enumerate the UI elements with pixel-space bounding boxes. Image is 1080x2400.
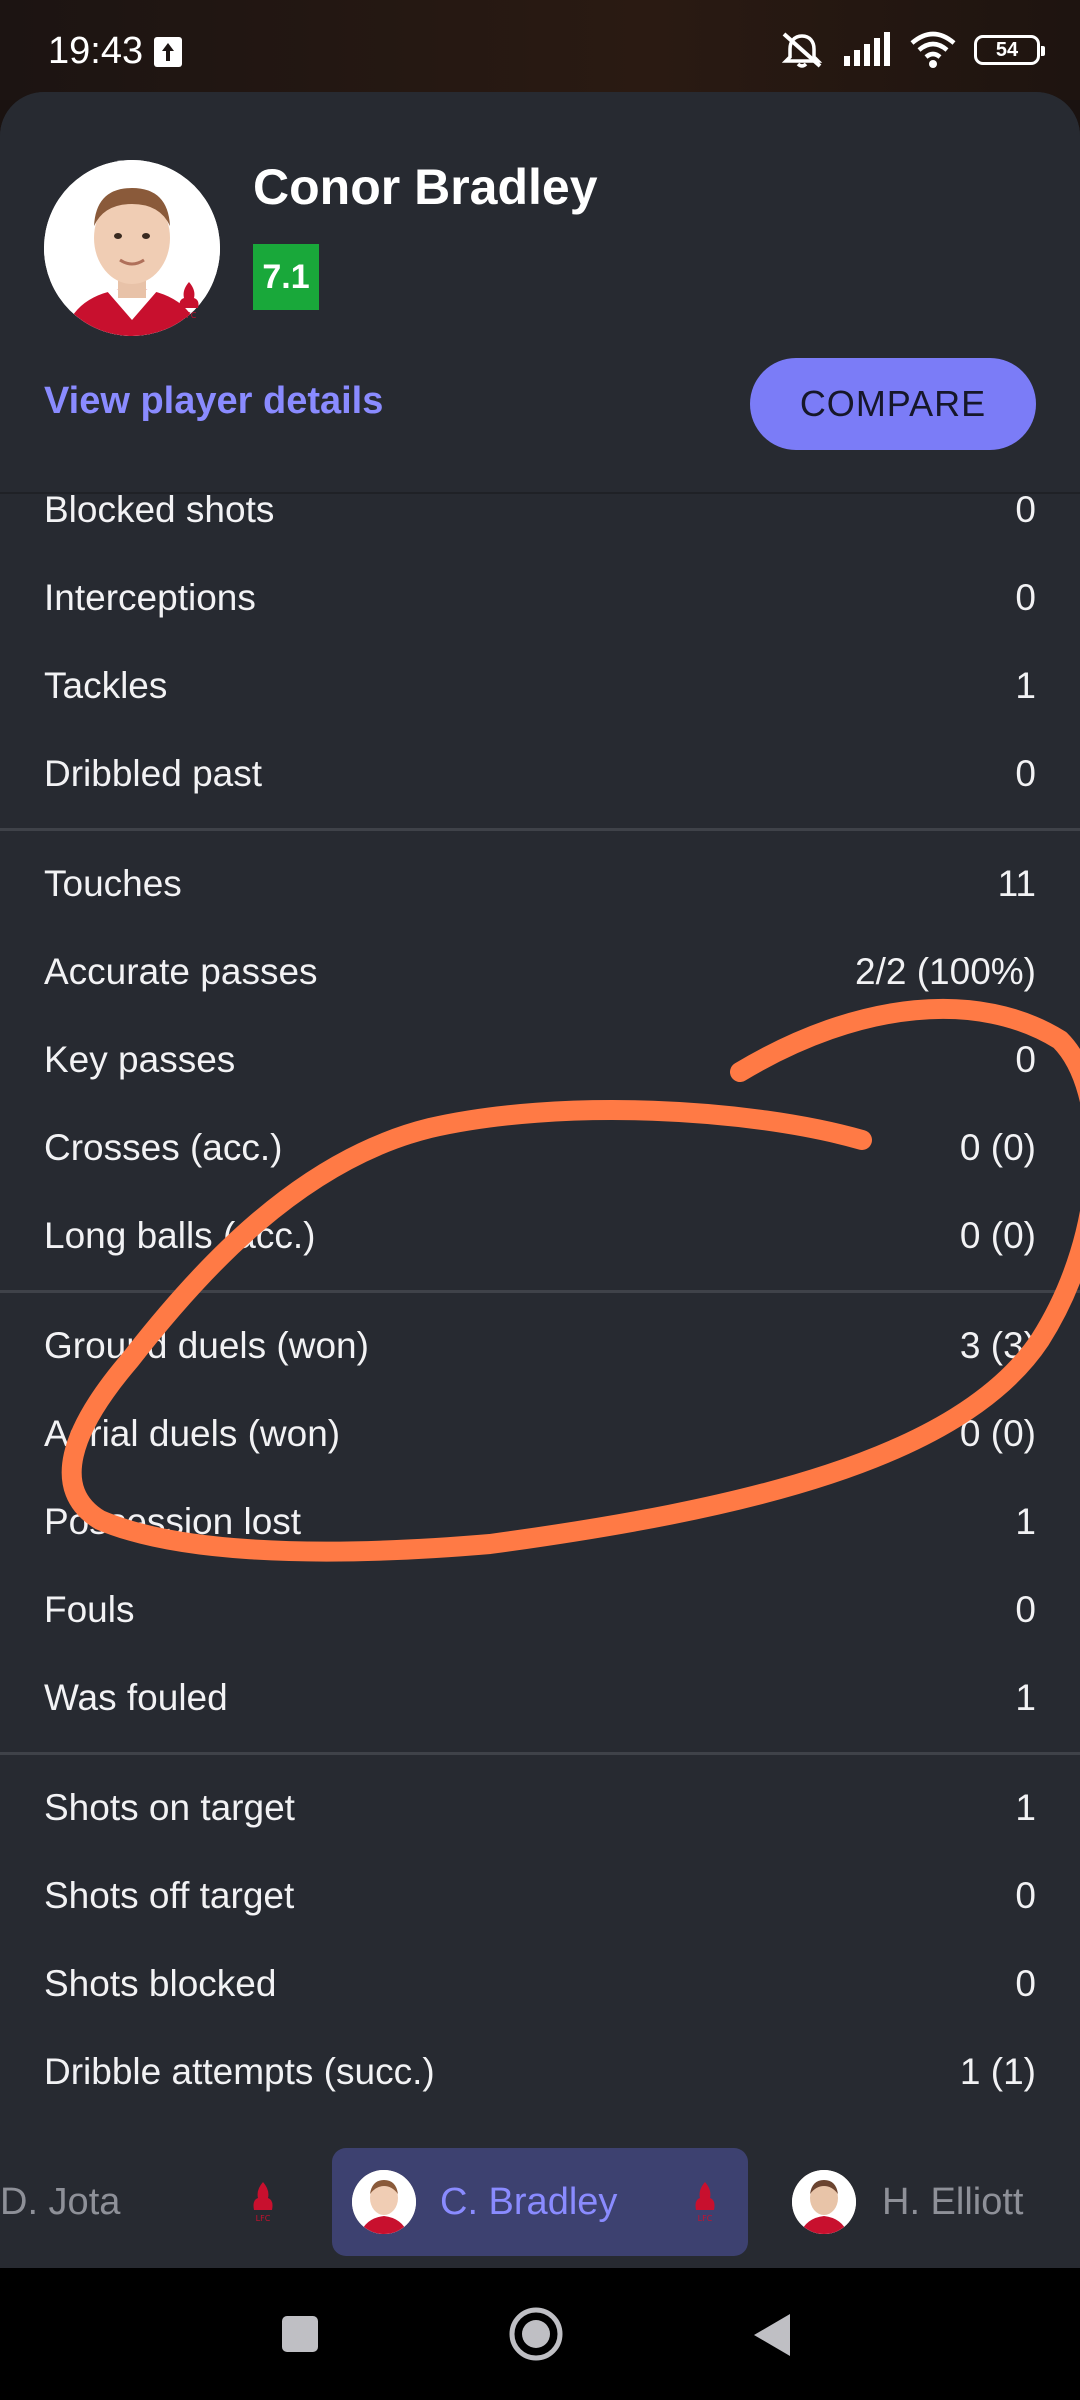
stat-label: Crosses (acc.)	[44, 1127, 283, 1168]
stat-value: 0 (0)	[959, 1215, 1036, 1256]
stat-row: Key passes 0	[0, 1016, 1080, 1104]
player-header: LFC Conor Bradley 7.1 View player detail…	[0, 92, 1080, 492]
stat-label: Long balls (acc.)	[44, 1215, 316, 1256]
stat-label: Shots on target	[44, 1787, 295, 1828]
player-tab-bradley[interactable]: C. Bradley LFC	[332, 2148, 748, 2256]
stat-value: 0	[1015, 1875, 1036, 1916]
stat-label: Dribble attempts (succ.)	[44, 2051, 435, 2092]
stat-label: Fouls	[44, 1589, 135, 1630]
stat-value: 11	[997, 863, 1036, 904]
stat-row: Possession lost 1	[0, 1478, 1080, 1566]
player-tab-label: C. Bradley	[440, 2180, 618, 2223]
stat-row: Aerial duels (won) 0 (0)	[0, 1390, 1080, 1478]
svg-text:LFC: LFC	[256, 2214, 271, 2223]
recents-square-icon[interactable]	[280, 2314, 320, 2354]
stat-label: Interceptions	[44, 577, 256, 618]
view-player-details-link[interactable]: View player details	[44, 380, 383, 423]
status-time: 19:43	[48, 30, 144, 72]
stat-row: Dribble attempts (succ.) 1 (1)	[0, 2028, 1080, 2116]
mute-icon	[781, 32, 823, 68]
stat-value: 3 (3)	[959, 1325, 1036, 1366]
stat-row: Shots blocked 0	[0, 1940, 1080, 2028]
stat-row: Ground duels (won) 3 (3)	[0, 1302, 1080, 1390]
stat-row: Tackles 1	[0, 642, 1080, 730]
player-tab-avatar	[352, 2170, 416, 2234]
stat-value: 0 (0)	[959, 1127, 1036, 1168]
stat-value: 0	[1015, 753, 1036, 794]
stat-value: 1	[1015, 1787, 1036, 1828]
status-bar: 19:43 54	[0, 0, 1080, 100]
stats-list: Blocked shots 0 Interceptions 0 Tackles …	[0, 466, 1080, 2116]
club-crest-icon: LFC	[695, 2182, 715, 2223]
stat-label: Blocked shots	[44, 489, 275, 530]
rating-badge: 7.1	[253, 244, 319, 310]
stat-value: 0	[1015, 1589, 1036, 1630]
svg-text:LFC: LFC	[698, 2214, 713, 2223]
stat-row: Was fouled 1	[0, 1654, 1080, 1742]
stat-value: 1	[1015, 1677, 1036, 1718]
player-tab-label: H. Elliott	[882, 2180, 1024, 2223]
stat-label: Ground duels (won)	[44, 1325, 369, 1366]
stat-value: 1	[1015, 1501, 1036, 1542]
player-name: Conor Bradley	[253, 159, 598, 215]
group-divider	[0, 1280, 1080, 1302]
player-tab-avatar	[792, 2170, 856, 2234]
player-tab-label: D. Jota	[0, 2180, 121, 2223]
player-switcher: D. Jota LFC C. Bradley LFC H. Elliott	[0, 2148, 1080, 2256]
wifi-icon	[910, 31, 956, 68]
stat-row: Interceptions 0	[0, 554, 1080, 642]
status-icons: 54	[780, 30, 1045, 70]
signal-icon	[844, 32, 890, 66]
stat-row: Accurate passes 2/2 (100%)	[0, 928, 1080, 1016]
battery-icon: 54	[974, 35, 1045, 65]
stat-label: Key passes	[44, 1039, 236, 1080]
stat-label: Accurate passes	[44, 951, 318, 992]
stat-value: 0	[1015, 577, 1036, 618]
stat-value: 1	[1015, 665, 1036, 706]
stat-value: 2/2 (100%)	[855, 951, 1036, 992]
club-crest-icon: LFC	[253, 2182, 273, 2223]
home-circle-icon[interactable]	[508, 2306, 564, 2362]
upload-icon	[154, 37, 182, 67]
stat-label: Dribbled past	[44, 753, 263, 794]
stat-row: Dribbled past 0	[0, 730, 1080, 818]
stat-value: 0	[1015, 1963, 1036, 2004]
group-divider	[0, 1742, 1080, 1764]
svg-text:LFC: LFC	[182, 311, 197, 320]
stat-row: Touches 11	[0, 840, 1080, 928]
system-nav-bar	[0, 2268, 1080, 2400]
stat-row: Shots on target 1	[0, 1764, 1080, 1852]
stat-value: 0	[1015, 1039, 1036, 1080]
back-triangle-icon[interactable]	[752, 2312, 792, 2358]
stat-row: Long balls (acc.) 0 (0)	[0, 1192, 1080, 1280]
stat-value: 1 (1)	[959, 2051, 1036, 2092]
stat-label: Touches	[44, 863, 182, 904]
stat-row: Shots off target 0	[0, 1852, 1080, 1940]
group-divider	[0, 818, 1080, 840]
club-crest-icon: LFC	[179, 282, 199, 320]
stat-label: Aerial duels (won)	[44, 1413, 341, 1454]
stat-label: Possession lost	[44, 1501, 302, 1542]
stat-label: Shots off target	[44, 1875, 295, 1916]
stat-label: Was fouled	[44, 1677, 228, 1718]
stat-value: 0	[1015, 489, 1036, 530]
player-tab-elliott[interactable]: H. Elliott	[770, 2148, 1070, 2256]
stat-row: Crosses (acc.) 0 (0)	[0, 1104, 1080, 1192]
stat-value: 0 (0)	[959, 1413, 1036, 1454]
stat-label: Shots blocked	[44, 1963, 277, 2004]
stat-row: Blocked shots 0	[0, 466, 1080, 554]
stat-row: Fouls 0	[0, 1566, 1080, 1654]
compare-button[interactable]: COMPARE	[750, 358, 1036, 450]
stat-label: Tackles	[44, 665, 168, 706]
player-tab-jota[interactable]: D. Jota LFC	[0, 2148, 290, 2256]
